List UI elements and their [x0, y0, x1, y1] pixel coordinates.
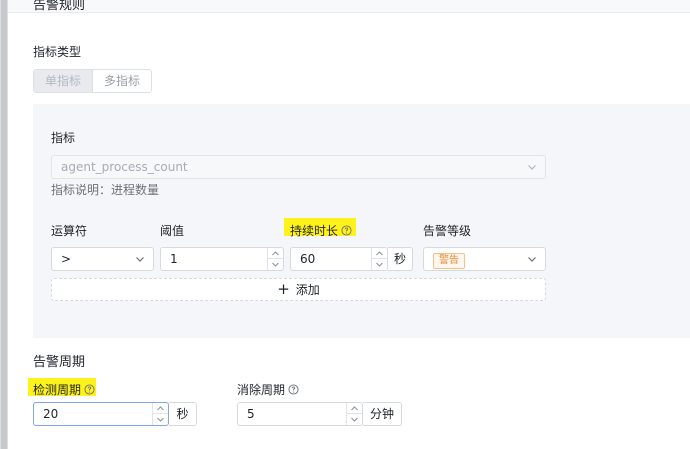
add-label: 添加 — [295, 283, 320, 297]
help-icon[interactable] — [288, 384, 299, 395]
left-scrollbar[interactable] — [0, 0, 8, 449]
clear-period-stepper[interactable] — [346, 403, 362, 425]
operator-label: 运算符 — [51, 224, 88, 238]
increment-icon[interactable] — [372, 248, 387, 259]
duration-label: 持续时长 — [290, 222, 352, 239]
single-metric-option[interactable]: 单指标 — [34, 70, 94, 92]
metric-description: 指标说明：进程数量 — [51, 183, 160, 197]
increment-icon[interactable] — [347, 403, 362, 414]
threshold-value: 1 — [170, 252, 178, 266]
alarm-period-title: 告警周期 — [33, 355, 86, 370]
metric-type-toggle[interactable]: 单指标 多指标 — [33, 69, 153, 93]
metric-type-label: 指标类型 — [33, 45, 82, 59]
add-condition-button[interactable]: + 添加 — [51, 278, 546, 301]
metric-select-value: agent_process_count — [61, 160, 188, 174]
detect-period-input[interactable]: 20 — [33, 402, 169, 426]
metric-label: 指标 — [51, 131, 76, 145]
decrement-icon[interactable] — [347, 414, 362, 425]
threshold-label: 阈值 — [160, 224, 185, 238]
help-icon[interactable] — [341, 225, 352, 236]
increment-icon[interactable] — [153, 403, 168, 414]
plus-icon: + — [277, 280, 290, 298]
chevron-down-icon — [528, 165, 536, 170]
clear-period-value: 5 — [247, 407, 255, 421]
top-band — [8, 0, 690, 13]
decrement-icon[interactable] — [153, 414, 168, 425]
duration-unit: 秒 — [388, 247, 413, 271]
clear-period-label: 消除周期 — [237, 381, 299, 398]
metric-select[interactable]: agent_process_count — [51, 155, 546, 179]
clear-period-unit: 分钟 — [363, 402, 402, 426]
duration-value: 60 — [300, 252, 316, 266]
clear-period-input[interactable]: 5 — [237, 402, 363, 426]
detect-period-unit: 秒 — [169, 402, 197, 426]
section-title: 告警规则 — [33, 0, 86, 13]
detect-period-value: 20 — [43, 407, 59, 421]
threshold-input[interactable]: 1 — [160, 247, 284, 271]
threshold-stepper[interactable] — [267, 248, 283, 270]
decrement-icon[interactable] — [372, 259, 387, 270]
duration-stepper[interactable] — [371, 248, 387, 270]
alert-level-tag: 警告 — [433, 251, 465, 269]
operator-select[interactable]: > — [51, 247, 154, 271]
multi-metric-option[interactable]: 多指标 — [93, 70, 152, 92]
help-icon[interactable] — [84, 384, 95, 395]
detect-period-label: 检测周期 — [33, 381, 95, 398]
chevron-down-icon — [136, 257, 144, 262]
operator-value: > — [61, 252, 72, 266]
detect-period-stepper[interactable] — [152, 403, 168, 425]
duration-input[interactable]: 60 — [290, 247, 388, 271]
scrollbar-thumb[interactable] — [1, 0, 7, 449]
alert-level-select[interactable]: 警告 — [423, 247, 546, 271]
chevron-down-icon — [528, 257, 536, 262]
increment-icon[interactable] — [268, 248, 283, 259]
alert-level-label: 告警等级 — [423, 224, 472, 238]
metric-panel — [33, 104, 690, 338]
decrement-icon[interactable] — [268, 259, 283, 270]
